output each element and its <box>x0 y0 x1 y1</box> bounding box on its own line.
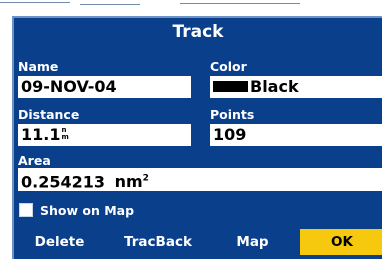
area-label: Area <box>18 153 51 168</box>
color-value: Black <box>250 77 299 96</box>
distance-unit: nm <box>61 126 69 141</box>
map-track-line <box>180 3 300 4</box>
color-swatch <box>213 80 248 92</box>
distance-label: Distance <box>18 107 80 122</box>
background-map <box>0 0 382 16</box>
show-on-map-label: Show on Map <box>40 203 135 218</box>
points-field: 109 <box>210 124 382 146</box>
points-value: 109 <box>213 125 247 144</box>
area-value: 0.254213 <box>21 172 106 191</box>
name-value: 09-NOV-04 <box>21 77 117 96</box>
area-unit: nm2 <box>114 172 149 191</box>
ok-button[interactable]: OK <box>300 229 382 255</box>
map-button[interactable]: Map <box>214 229 291 255</box>
color-field[interactable]: Black <box>210 76 382 98</box>
show-on-map-checkbox[interactable] <box>19 203 33 217</box>
area-field: 0.254213 nm2 <box>18 168 382 191</box>
name-field[interactable]: 09-NOV-04 <box>18 76 191 98</box>
map-track-line <box>0 2 70 3</box>
color-label: Color <box>210 59 247 74</box>
tracback-button[interactable]: TracBack <box>110 229 206 255</box>
delete-button[interactable]: Delete <box>18 229 101 255</box>
track-dialog: Track Name 09-NOV-04 Color Black Distanc… <box>12 16 382 259</box>
distance-field: 11.1n m <box>18 124 191 146</box>
distance-value: 11.1 <box>21 125 61 144</box>
name-label: Name <box>18 59 59 74</box>
map-track-line <box>80 4 140 5</box>
dialog-title: Track <box>172 22 224 42</box>
points-label: Points <box>210 107 255 122</box>
